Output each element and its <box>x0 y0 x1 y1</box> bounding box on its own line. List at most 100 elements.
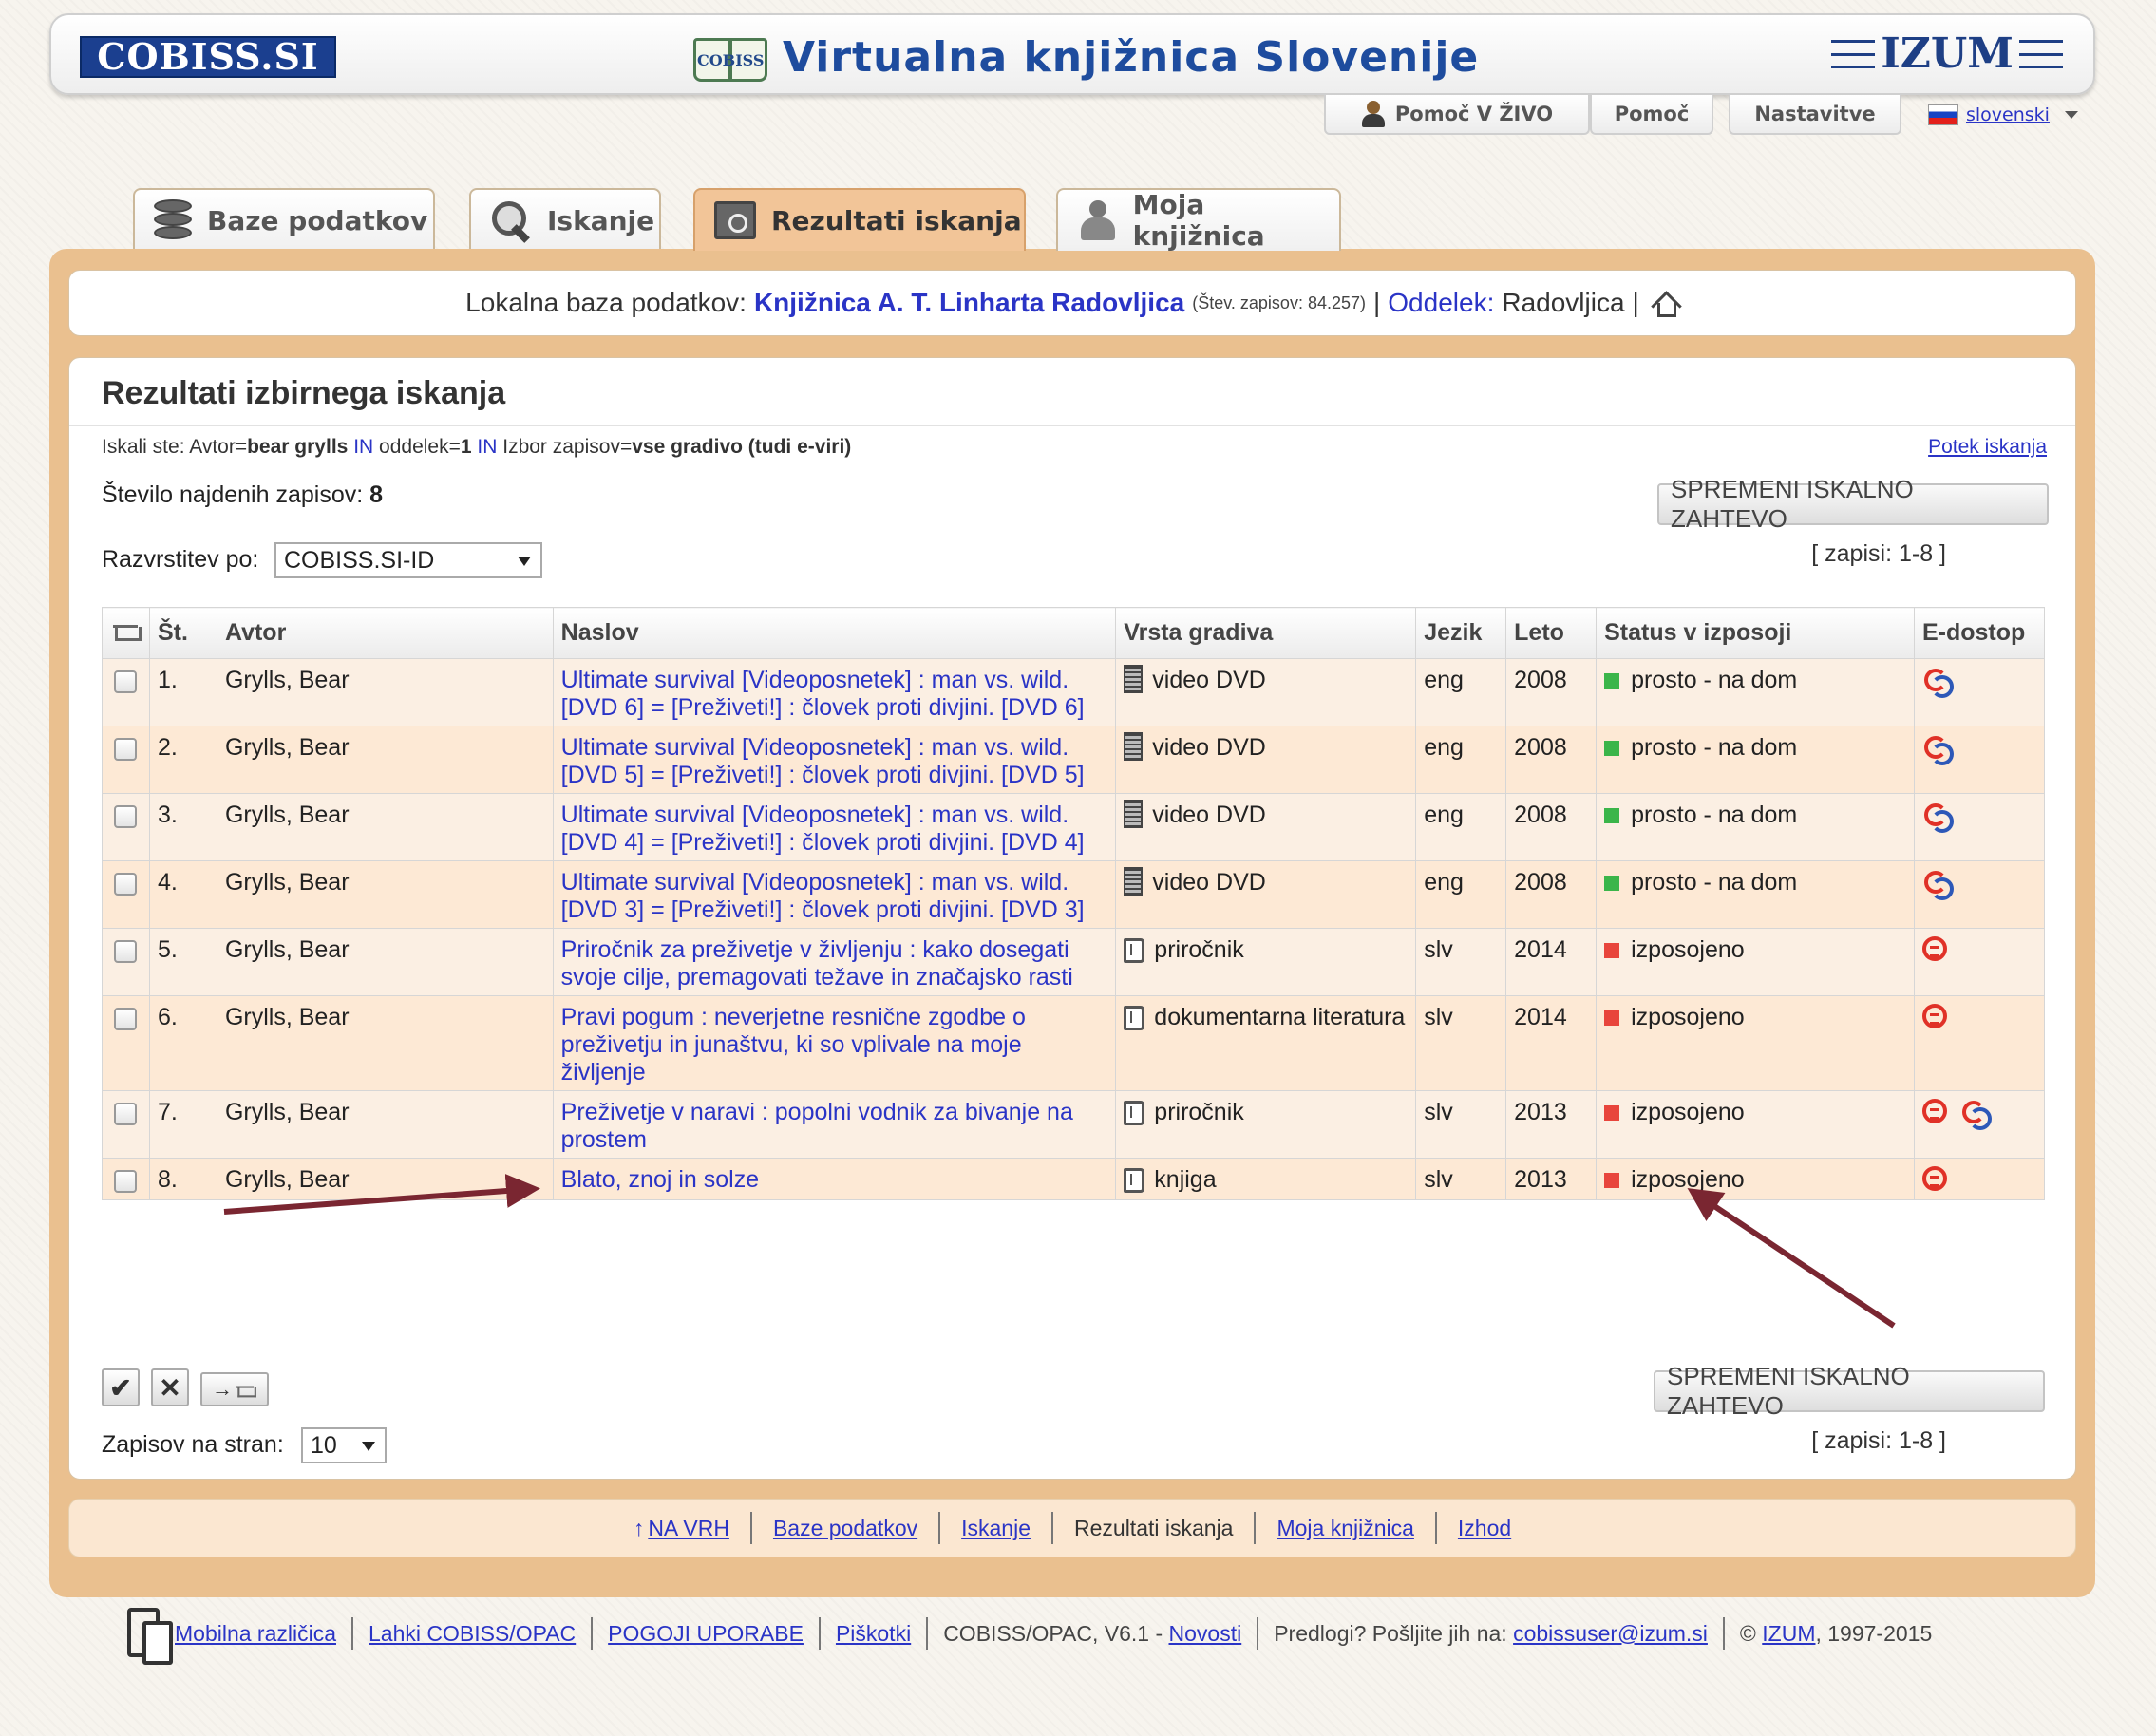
column-header-number: Št. <box>148 607 217 659</box>
home-icon[interactable] <box>1651 290 1679 317</box>
row-number: 8. <box>148 1158 217 1200</box>
query-author: bear grylls <box>247 436 349 458</box>
bottom-nav-search[interactable]: Iskanje <box>938 1512 1051 1544</box>
sort-select[interactable]: COBISS.SI-ID <box>274 542 542 578</box>
row-year: 2008 <box>1505 658 1598 726</box>
basket-column-header[interactable] <box>102 607 150 659</box>
row-title-link[interactable]: Preživetje v naravi : popolni vodnik za … <box>561 1099 1073 1153</box>
result-count-value: 8 <box>369 481 384 508</box>
department-label[interactable]: Oddelek: <box>1388 288 1494 318</box>
row-checkbox[interactable] <box>114 1008 138 1030</box>
row-material-cell: video DVD <box>1115 793 1417 861</box>
bottom-nav-databases[interactable]: Baze podatkov <box>749 1512 938 1544</box>
light-opac-link[interactable]: Lahki COBISS/OPAC <box>351 1617 591 1650</box>
cookies-link[interactable]: Piškotki <box>818 1617 926 1650</box>
news-link[interactable]: Novosti <box>1169 1621 1242 1646</box>
table-row: 2. Grylls, Bear Ultimate survival [Videopo… <box>102 726 2046 794</box>
column-header-title: Naslov <box>552 607 1117 659</box>
modify-search-button[interactable]: SPREMENI ISKALNO ZAHTEVO <box>1654 1362 2045 1420</box>
row-checkbox[interactable] <box>114 805 138 828</box>
row-checkbox[interactable] <box>114 670 138 693</box>
izum-link[interactable]: IZUM <box>1762 1621 1815 1646</box>
row-title-link[interactable]: Blato, znoj in solze <box>561 1166 759 1193</box>
settings-button[interactable]: Nastavitve <box>1729 95 1901 135</box>
row-eaccess-cell <box>1913 793 2046 861</box>
operator-icon <box>1361 101 1386 127</box>
add-to-basket-button[interactable]: → <box>200 1372 269 1406</box>
row-checkbox[interactable] <box>114 738 138 761</box>
email-link[interactable]: cobissuser@izum.si <box>1513 1621 1708 1646</box>
row-title-cell: Ultimate survival [Videoposnetek] : man … <box>552 658 1117 726</box>
book-icon <box>1124 938 1145 963</box>
query-field: oddelek= <box>379 436 461 458</box>
status-indicator-icon <box>1604 1172 1620 1188</box>
row-author: Grylls, Bear <box>216 860 554 929</box>
cobiss-share-icon[interactable] <box>1922 734 1954 765</box>
cobiss-share-icon[interactable] <box>1922 667 1954 698</box>
row-status-cell: izposojeno <box>1596 928 1915 996</box>
magnifier-icon <box>490 199 532 241</box>
bottom-nav-my-library[interactable]: Moja knjižnica <box>1254 1512 1434 1544</box>
arrow-up-icon: ↑ <box>633 1516 645 1540</box>
row-material: knjiga <box>1154 1166 1217 1193</box>
table-row: 4. Grylls, Bear Ultimate survival [Videopo… <box>102 860 2046 929</box>
modify-search-button[interactable]: SPREMENI ISKALNO ZAHTEVO <box>1657 475 2049 533</box>
row-status: izposojeno <box>1631 1099 1745 1125</box>
row-title-link[interactable]: Priročnik za preživetje v življenju : ka… <box>561 936 1073 991</box>
cobiss-share-icon[interactable] <box>1922 869 1954 900</box>
library-name-link[interactable]: Knjižnica A. T. Linharta Radovljica <box>754 288 1184 318</box>
reservation-icon[interactable] <box>1921 936 1947 961</box>
row-checkbox[interactable] <box>114 1170 138 1193</box>
row-status-cell: izposojeno <box>1596 995 1915 1091</box>
row-status-cell: prosto - na dom <box>1596 726 1915 794</box>
language-label: slovenski <box>1966 104 2050 125</box>
row-title-link[interactable]: Ultimate survival [Videoposnetek] : man … <box>561 802 1085 856</box>
footer: Mobilna različica Lahki COBISS/OPAC POGO… <box>127 1605 2027 1665</box>
status-indicator-icon <box>1604 740 1620 756</box>
live-help-button[interactable]: Pomoč V ŽIVO <box>1324 95 1590 135</box>
row-checkbox[interactable] <box>114 940 138 963</box>
row-title-link[interactable]: Pravi pogum : neverjetne resnične zgodbe… <box>561 1004 1026 1085</box>
back-to-top-link[interactable]: ↑ NA VRH <box>613 1512 750 1544</box>
search-history-link[interactable]: Potek iskanja <box>1928 436 2047 459</box>
tab-databases[interactable]: Baze podatkov <box>133 188 435 251</box>
cobiss-share-icon[interactable] <box>1922 802 1954 833</box>
reservation-icon[interactable] <box>1921 1099 1947 1123</box>
row-select-cell <box>102 1158 150 1200</box>
select-all-button[interactable]: ✔ <box>102 1368 140 1406</box>
mobile-version-link[interactable]: Mobilna različica <box>169 1617 351 1650</box>
bottom-nav-exit[interactable]: Izhod <box>1434 1512 1532 1544</box>
column-header-material: Vrsta gradiva <box>1115 607 1417 659</box>
per-page-value: 10 <box>311 1431 337 1459</box>
tab-my-library[interactable]: Moja knjižnica <box>1056 188 1341 252</box>
help-button[interactable]: Pomoč <box>1590 95 1713 135</box>
tab-search[interactable]: Iskanje <box>469 188 661 251</box>
table-row: 8. Grylls, Bear Blato, znoj in solze knjiga… <box>102 1158 2046 1200</box>
department-value: Radovljica <box>1502 288 1625 317</box>
row-language: slv <box>1415 928 1507 996</box>
query-operator: IN <box>353 436 374 458</box>
row-title-link[interactable]: Ultimate survival [Videoposnetek] : man … <box>561 667 1085 721</box>
row-language: eng <box>1415 860 1507 929</box>
row-number: 7. <box>148 1090 217 1159</box>
language-selector[interactable]: slovenski <box>1928 104 2078 125</box>
database-info-bar: Lokalna baza podatkov: Knjižnica A. T. L… <box>68 270 2076 336</box>
per-page-select[interactable]: 10 <box>301 1427 387 1463</box>
cobiss-logo[interactable]: COBISS.SI <box>80 36 336 78</box>
row-checkbox[interactable] <box>114 873 138 896</box>
cobiss-share-icon[interactable] <box>1960 1099 1992 1130</box>
reservation-icon[interactable] <box>1921 1166 1947 1191</box>
terms-link[interactable]: POGOJI UPORABE <box>591 1617 819 1650</box>
row-language: slv <box>1415 1158 1507 1200</box>
izum-logo[interactable]: IZUM <box>1825 30 2069 78</box>
tab-results[interactable]: Rezultati iskanja <box>693 188 1026 251</box>
row-title-link[interactable]: Ultimate survival [Videoposnetek] : man … <box>561 734 1085 788</box>
dvd-icon <box>1124 732 1144 761</box>
row-number: 1. <box>148 658 217 726</box>
deselect-all-button[interactable]: ✕ <box>151 1368 189 1406</box>
row-author: Grylls, Bear <box>216 726 554 794</box>
row-checkbox[interactable] <box>114 1103 138 1125</box>
reservation-icon[interactable] <box>1921 1004 1947 1028</box>
row-title-link[interactable]: Ultimate survival [Videoposnetek] : man … <box>561 869 1085 923</box>
row-select-cell <box>102 793 150 861</box>
